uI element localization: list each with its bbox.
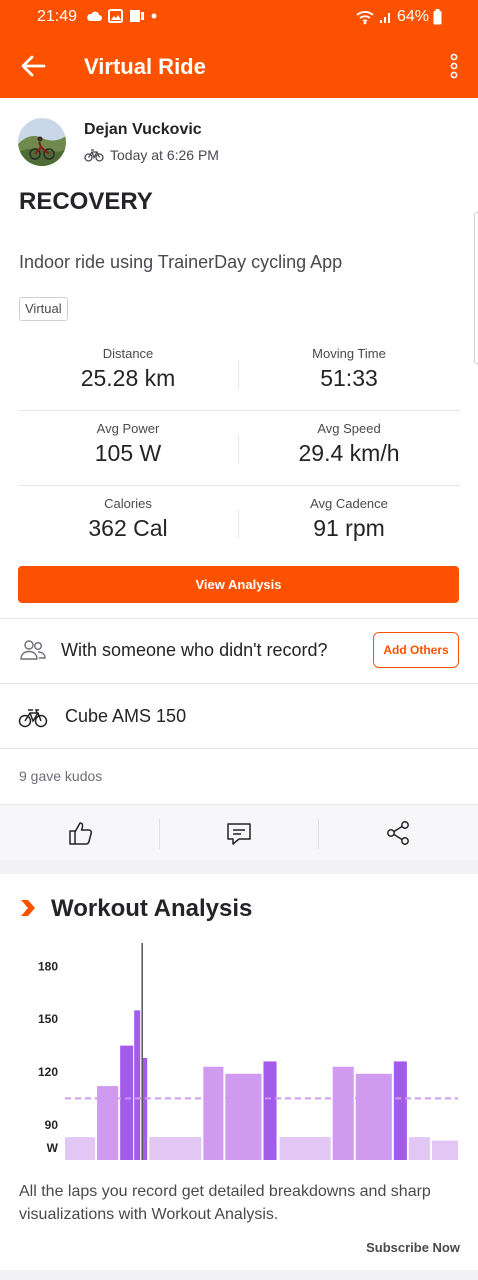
- stat-label: Moving Time: [312, 346, 386, 361]
- stat-avg-power: Avg Power 105 W: [18, 421, 238, 467]
- back-arrow-icon[interactable]: [20, 52, 46, 80]
- chart-bar[interactable]: [393, 1061, 407, 1160]
- y-tick-label: 150: [38, 1012, 58, 1026]
- chart-bar[interactable]: [332, 1066, 354, 1160]
- stat-value: 25.28 km: [80, 365, 176, 391]
- stat-distance: Distance 25.28 km: [18, 346, 238, 392]
- status-time: 21:49: [37, 8, 78, 25]
- virtual-tag: Virtual: [19, 297, 68, 321]
- chart-bar[interactable]: [263, 1061, 277, 1160]
- activity-timestamp: Today at 6:26 PM: [110, 147, 219, 163]
- stats-row: Avg Power 105 W Avg Speed 29.4 km/h: [18, 411, 460, 486]
- activity-description: Indoor ride using TrainerDay cycling App: [19, 252, 343, 272]
- page-title: Virtual Ride: [84, 54, 206, 79]
- group-icon: [20, 640, 46, 660]
- battery-percent: 64%: [396, 8, 429, 25]
- y-axis-label: W: [47, 1141, 59, 1155]
- stat-value: 362 Cal: [88, 515, 168, 541]
- bike-icon: [84, 149, 104, 162]
- chart-bar[interactable]: [225, 1073, 262, 1160]
- chart-bar[interactable]: [97, 1086, 119, 1160]
- scrollbar[interactable]: [474, 212, 478, 364]
- stat-value: 91 rpm: [313, 515, 385, 541]
- gear-name[interactable]: Cube AMS 150: [65, 706, 186, 727]
- chart-bar[interactable]: [65, 1137, 96, 1160]
- y-tick-label: 120: [38, 1065, 58, 1079]
- chart-bar[interactable]: [134, 1010, 141, 1160]
- document-icon: [130, 10, 144, 22]
- chart-bar[interactable]: [120, 1045, 134, 1160]
- chart-bar[interactable]: [142, 1057, 148, 1160]
- stat-value: 105 W: [94, 440, 162, 466]
- stat-value: 51:33: [320, 365, 378, 391]
- avatar[interactable]: [18, 118, 66, 166]
- divider: [0, 748, 478, 749]
- divider: [0, 683, 478, 684]
- action-separator: [159, 819, 160, 849]
- comment-icon[interactable]: [225, 819, 253, 847]
- workout-analysis-title: Workout Analysis: [51, 895, 253, 922]
- y-tick-label: 180: [38, 959, 58, 973]
- section-gap: [0, 1270, 478, 1280]
- subscribe-now-link[interactable]: Subscribe Now: [366, 1240, 460, 1255]
- stat-label: Avg Cadence: [310, 496, 388, 511]
- action-separator: [318, 819, 319, 849]
- stats-row: Calories 362 Cal Avg Cadence 91 rpm: [18, 486, 460, 561]
- wifi-icon: [356, 11, 374, 25]
- kudos-count[interactable]: 9 gave kudos: [19, 768, 102, 784]
- activity-meta: Today at 6:26 PM: [84, 147, 219, 163]
- add-others-button[interactable]: Add Others: [373, 632, 459, 668]
- chart-bar[interactable]: [203, 1066, 224, 1160]
- chart-bar[interactable]: [408, 1137, 430, 1160]
- battery-icon: [433, 9, 442, 25]
- status-bar: 21:49 64%: [0, 0, 478, 34]
- stat-calories: Calories 362 Cal: [18, 496, 238, 542]
- app-bar: Virtual Ride: [0, 34, 478, 98]
- share-icon[interactable]: [384, 819, 412, 847]
- stat-label: Avg Power: [96, 421, 160, 436]
- stat-label: Avg Speed: [317, 421, 381, 436]
- stat-moving-time: Moving Time 51:33: [239, 346, 459, 392]
- activity-title: RECOVERY: [19, 188, 153, 215]
- chevron-right-icon: [21, 900, 35, 916]
- stat-label: Calories: [104, 496, 152, 511]
- chart-bar[interactable]: [149, 1137, 202, 1160]
- image-icon: [108, 9, 123, 23]
- section-gap: [0, 860, 478, 874]
- chart-bar[interactable]: [279, 1137, 331, 1160]
- chart-bar[interactable]: [355, 1073, 392, 1160]
- y-tick-label: 90: [45, 1118, 59, 1132]
- signal-icon: [379, 13, 390, 23]
- power-bar-chart: 90 120 150 180 W: [38, 943, 458, 1160]
- stat-avg-speed: Avg Speed 29.4 km/h: [239, 421, 459, 467]
- overflow-menu-icon[interactable]: [448, 52, 460, 80]
- dot-icon: [151, 13, 157, 19]
- view-analysis-button[interactable]: View Analysis: [18, 566, 459, 603]
- with-others-prompt: With someone who didn't record?: [61, 640, 328, 660]
- notification-icons: [86, 9, 157, 23]
- stat-avg-cadence: Avg Cadence 91 rpm: [239, 496, 459, 542]
- chart-bar[interactable]: [431, 1140, 458, 1160]
- workout-analysis-chart: 90 120 150 180 W: [18, 940, 462, 1165]
- stats-grid: Distance 25.28 km Moving Time 51:33 Avg …: [18, 336, 460, 561]
- athlete-name[interactable]: Dejan Vuckovic: [84, 121, 202, 139]
- divider: [0, 618, 478, 619]
- bike-icon: [18, 709, 48, 728]
- social-action-bar: [0, 804, 478, 860]
- system-icons: 64%: [355, 8, 442, 26]
- stats-row: Distance 25.28 km Moving Time 51:33: [18, 336, 460, 411]
- stat-label: Distance: [102, 346, 154, 361]
- workout-analysis-description: All the laps you record get detailed bre…: [19, 1183, 431, 1223]
- kudos-thumbs-up-icon[interactable]: [66, 819, 94, 847]
- stat-value: 29.4 km/h: [298, 440, 400, 466]
- cloud-icon: [87, 11, 102, 21]
